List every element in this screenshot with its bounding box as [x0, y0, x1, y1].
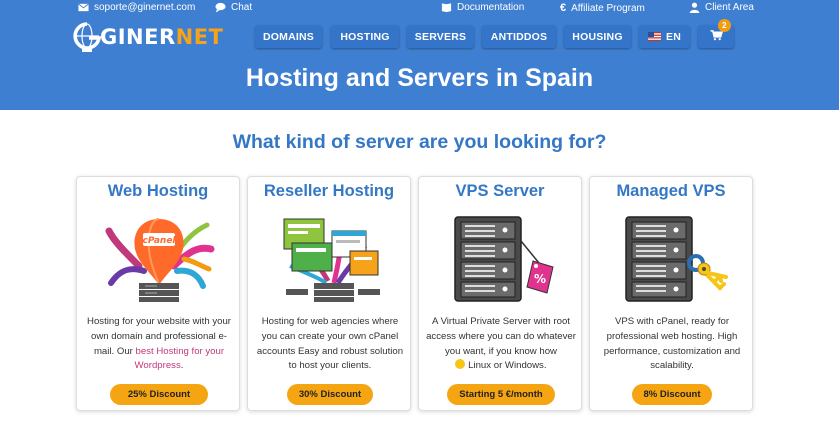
discount-button[interactable]: 8% Discount: [632, 384, 712, 405]
documentation-text: Documentation: [457, 2, 525, 13]
support-email-text: soporte@ginernet.com: [94, 2, 196, 13]
server-rack-illustration: %: [441, 211, 561, 303]
server-with-keys-illustration: [612, 211, 732, 303]
percent-tag-label: %: [534, 272, 546, 286]
client-area-link[interactable]: Client Area: [689, 2, 754, 13]
chat-text: Chat: [231, 2, 253, 13]
card-description: Hosting for your website with your own d…: [83, 315, 235, 374]
affiliate-program-link[interactable]: € Affiliate Program: [560, 2, 645, 14]
smiley-icon: [455, 359, 466, 370]
card-description: A Virtual Private Server with root acces…: [425, 315, 577, 374]
best-hosting-wordpress-link[interactable]: best Hosting for your Wordpress: [135, 346, 225, 372]
card-title: Managed VPS: [616, 182, 726, 200]
cart-count-badge: 2: [718, 19, 731, 32]
chat-link[interactable]: Chat: [215, 2, 252, 13]
client-area-text: Client Area: [705, 2, 754, 13]
top-bar: soporte@ginernet.com Chat Documentation …: [0, 0, 839, 16]
euro-icon: €: [560, 2, 567, 14]
discount-button[interactable]: 30% Discount: [287, 384, 373, 405]
cpanel-balloon-illustration: cPanel: [99, 211, 219, 303]
cart-button[interactable]: 2: [698, 19, 734, 48]
chat-bubble-icon: [215, 2, 226, 13]
card-description: VPS with cPanel, ready for professional …: [603, 316, 741, 372]
documentation-link[interactable]: Documentation: [441, 2, 524, 13]
logo-text-giner: GINER: [100, 25, 176, 49]
shopping-cart-icon: [710, 29, 723, 44]
card-vps-server[interactable]: VPS Server % A Virtual Private Server wi…: [418, 176, 582, 411]
nav-servers[interactable]: SERVERS: [407, 25, 474, 48]
discount-button[interactable]: 25% Discount: [110, 384, 208, 405]
nav-housing[interactable]: HOUSING: [564, 25, 631, 48]
language-label: EN: [666, 30, 681, 43]
nav-domains[interactable]: DOMAINS: [255, 25, 322, 48]
hero-title: Hosting and Servers in Spain: [245, 64, 594, 92]
card-description: Hosting for web agencies where you can c…: [256, 316, 404, 372]
language-selector[interactable]: EN: [639, 25, 690, 48]
card-web-hosting[interactable]: Web Hosting cPanel Hosting for your webs…: [76, 176, 240, 411]
card-title: Reseller Hosting: [263, 182, 395, 200]
pricing-button[interactable]: Starting 5 €/month: [447, 384, 555, 405]
card-desc-end: Linux or Windows.: [465, 360, 547, 372]
card-desc-text: A Virtual Private Server with root acces…: [426, 316, 576, 357]
support-email-link[interactable]: soporte@ginernet.com: [78, 2, 195, 13]
nav-antiddos[interactable]: ANTIDDOS: [482, 25, 556, 48]
card-managed-vps[interactable]: Managed VPS VPS with cPanel, ready for p…: [589, 176, 753, 411]
affiliate-text: Affiliate Program: [571, 2, 645, 14]
card-reseller-hosting[interactable]: Reseller Hosting Hosting for web agencie…: [247, 176, 411, 411]
us-flag-icon: [648, 32, 661, 41]
cpanel-text: cPanel: [142, 236, 176, 246]
ginernet-logo[interactable]: GINERNET: [72, 18, 223, 56]
user-icon: [689, 2, 700, 13]
book-icon: [441, 2, 452, 13]
card-title: VPS Server: [455, 182, 545, 200]
logo-text-net: NET: [175, 25, 224, 49]
envelope-icon: [78, 2, 89, 13]
reseller-panels-illustration: [270, 211, 390, 303]
card-desc-end: .: [180, 360, 184, 372]
globe-g-icon: [72, 20, 102, 54]
nav-hosting[interactable]: HOSTING: [331, 25, 399, 48]
card-title: Web Hosting: [107, 182, 209, 200]
section-title: What kind of server are you looking for?: [232, 131, 607, 153]
logo-wordmark: GINERNET: [100, 25, 223, 49]
